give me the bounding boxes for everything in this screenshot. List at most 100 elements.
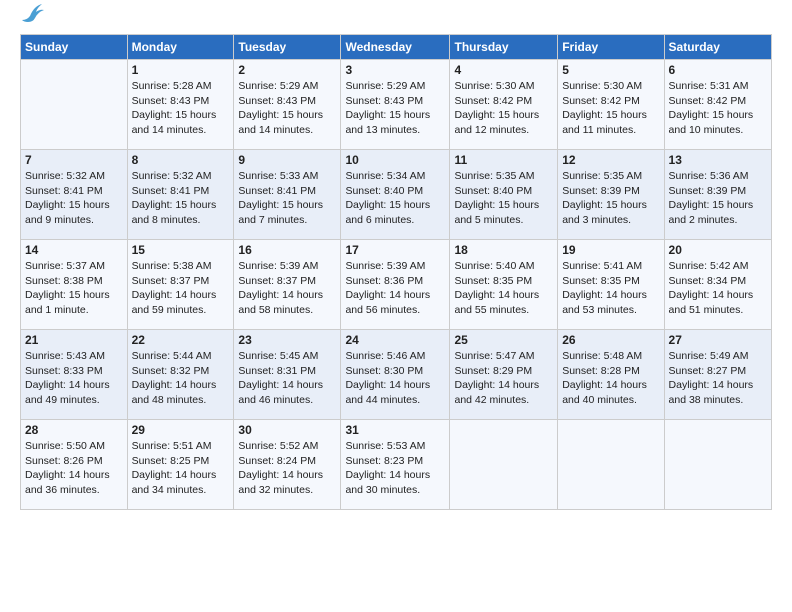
logo: [20, 16, 44, 24]
day-number: 10: [345, 153, 445, 167]
page: SundayMondayTuesdayWednesdayThursdayFrid…: [0, 0, 792, 612]
calendar-cell: 29 Sunrise: 5:51 AMSunset: 8:25 PMDayligh…: [127, 420, 234, 510]
calendar-cell: 24 Sunrise: 5:46 AMSunset: 8:30 PMDayligh…: [341, 330, 450, 420]
calendar-cell: [558, 420, 664, 510]
day-number: 3: [345, 63, 445, 77]
calendar-week-row: 28 Sunrise: 5:50 AMSunset: 8:26 PMDayligh…: [21, 420, 772, 510]
calendar-cell: 15 Sunrise: 5:38 AMSunset: 8:37 PMDayligh…: [127, 240, 234, 330]
calendar-week-row: 7 Sunrise: 5:32 AMSunset: 8:41 PMDaylight…: [21, 150, 772, 240]
calendar-cell: 19 Sunrise: 5:41 AMSunset: 8:35 PMDayligh…: [558, 240, 664, 330]
day-number: 15: [132, 243, 230, 257]
calendar-cell: [664, 420, 771, 510]
day-info: Sunrise: 5:49 AMSunset: 8:27 PMDaylight:…: [669, 349, 767, 408]
day-info: Sunrise: 5:50 AMSunset: 8:26 PMDaylight:…: [25, 439, 123, 498]
calendar-day-header: Monday: [127, 35, 234, 60]
day-info: Sunrise: 5:37 AMSunset: 8:38 PMDaylight:…: [25, 259, 123, 318]
day-number: 29: [132, 423, 230, 437]
day-info: Sunrise: 5:42 AMSunset: 8:34 PMDaylight:…: [669, 259, 767, 318]
day-number: 17: [345, 243, 445, 257]
day-number: 27: [669, 333, 767, 347]
day-info: Sunrise: 5:32 AMSunset: 8:41 PMDaylight:…: [132, 169, 230, 228]
calendar-cell: 8 Sunrise: 5:32 AMSunset: 8:41 PMDaylight…: [127, 150, 234, 240]
day-info: Sunrise: 5:29 AMSunset: 8:43 PMDaylight:…: [345, 79, 445, 138]
calendar-cell: 22 Sunrise: 5:44 AMSunset: 8:32 PMDayligh…: [127, 330, 234, 420]
calendar-day-header: Sunday: [21, 35, 128, 60]
calendar-cell: 30 Sunrise: 5:52 AMSunset: 8:24 PMDayligh…: [234, 420, 341, 510]
day-info: Sunrise: 5:44 AMSunset: 8:32 PMDaylight:…: [132, 349, 230, 408]
day-info: Sunrise: 5:45 AMSunset: 8:31 PMDaylight:…: [238, 349, 336, 408]
calendar-day-header: Thursday: [450, 35, 558, 60]
day-info: Sunrise: 5:35 AMSunset: 8:40 PMDaylight:…: [454, 169, 553, 228]
day-number: 9: [238, 153, 336, 167]
calendar-cell: 21Sunrise: 5:43 AMSunset: 8:33 PMDayligh…: [21, 330, 128, 420]
day-number: 20: [669, 243, 767, 257]
day-info: Sunrise: 5:39 AMSunset: 8:37 PMDaylight:…: [238, 259, 336, 318]
day-number: 31: [345, 423, 445, 437]
day-number: 14: [25, 243, 123, 257]
day-number: 6: [669, 63, 767, 77]
day-number: 24: [345, 333, 445, 347]
day-number: 19: [562, 243, 659, 257]
day-info: Sunrise: 5:36 AMSunset: 8:39 PMDaylight:…: [669, 169, 767, 228]
day-info: Sunrise: 5:51 AMSunset: 8:25 PMDaylight:…: [132, 439, 230, 498]
calendar-cell: 5 Sunrise: 5:30 AMSunset: 8:42 PMDaylight…: [558, 60, 664, 150]
day-number: 25: [454, 333, 553, 347]
calendar-week-row: 1Sunrise: 5:28 AMSunset: 8:43 PMDaylight…: [21, 60, 772, 150]
calendar-cell: 13 Sunrise: 5:36 AMSunset: 8:39 PMDayligh…: [664, 150, 771, 240]
calendar-cell: 17 Sunrise: 5:39 AMSunset: 8:36 PMDayligh…: [341, 240, 450, 330]
day-info: Sunrise: 5:29 AMSunset: 8:43 PMDaylight:…: [238, 79, 336, 138]
day-info: Sunrise: 5:39 AMSunset: 8:36 PMDaylight:…: [345, 259, 445, 318]
day-info: Sunrise: 5:35 AMSunset: 8:39 PMDaylight:…: [562, 169, 659, 228]
calendar-cell: 27 Sunrise: 5:49 AMSunset: 8:27 PMDayligh…: [664, 330, 771, 420]
calendar-day-header: Wednesday: [341, 35, 450, 60]
calendar-cell: 28 Sunrise: 5:50 AMSunset: 8:26 PMDayligh…: [21, 420, 128, 510]
day-number: 13: [669, 153, 767, 167]
day-info: Sunrise: 5:28 AMSunset: 8:43 PMDaylight:…: [132, 79, 230, 138]
calendar-cell: 11 Sunrise: 5:35 AMSunset: 8:40 PMDayligh…: [450, 150, 558, 240]
day-number: 30: [238, 423, 336, 437]
day-info: Sunrise: 5:30 AMSunset: 8:42 PMDaylight:…: [454, 79, 553, 138]
day-info: Sunrise: 5:34 AMSunset: 8:40 PMDaylight:…: [345, 169, 445, 228]
day-info: Sunrise: 5:31 AMSunset: 8:42 PMDaylight:…: [669, 79, 767, 138]
calendar-cell: 25 Sunrise: 5:47 AMSunset: 8:29 PMDayligh…: [450, 330, 558, 420]
day-number: 7: [25, 153, 123, 167]
calendar-cell: 31 Sunrise: 5:53 AMSunset: 8:23 PMDayligh…: [341, 420, 450, 510]
day-number: 8: [132, 153, 230, 167]
calendar-day-header: Friday: [558, 35, 664, 60]
calendar-cell: 12Sunrise: 5:35 AMSunset: 8:39 PMDayligh…: [558, 150, 664, 240]
day-info: Sunrise: 5:47 AMSunset: 8:29 PMDaylight:…: [454, 349, 553, 408]
day-number: 28: [25, 423, 123, 437]
day-info: Sunrise: 5:41 AMSunset: 8:35 PMDaylight:…: [562, 259, 659, 318]
header: [20, 16, 772, 24]
calendar-cell: [450, 420, 558, 510]
logo-bird-icon: [22, 2, 44, 24]
calendar-cell: 2 Sunrise: 5:29 AMSunset: 8:43 PMDaylight…: [234, 60, 341, 150]
calendar-cell: 1Sunrise: 5:28 AMSunset: 8:43 PMDaylight…: [127, 60, 234, 150]
day-info: Sunrise: 5:48 AMSunset: 8:28 PMDaylight:…: [562, 349, 659, 408]
day-number: 18: [454, 243, 553, 257]
day-info: Sunrise: 5:30 AMSunset: 8:42 PMDaylight:…: [562, 79, 659, 138]
day-number: 26: [562, 333, 659, 347]
day-info: Sunrise: 5:52 AMSunset: 8:24 PMDaylight:…: [238, 439, 336, 498]
calendar-cell: [21, 60, 128, 150]
day-info: Sunrise: 5:33 AMSunset: 8:41 PMDaylight:…: [238, 169, 336, 228]
day-info: Sunrise: 5:43 AMSunset: 8:33 PMDaylight:…: [25, 349, 123, 408]
day-number: 11: [454, 153, 553, 167]
calendar-day-header: Tuesday: [234, 35, 341, 60]
calendar-cell: 6 Sunrise: 5:31 AMSunset: 8:42 PMDaylight…: [664, 60, 771, 150]
day-number: 16: [238, 243, 336, 257]
calendar-week-row: 21Sunrise: 5:43 AMSunset: 8:33 PMDayligh…: [21, 330, 772, 420]
calendar-cell: 7 Sunrise: 5:32 AMSunset: 8:41 PMDaylight…: [21, 150, 128, 240]
day-number: 22: [132, 333, 230, 347]
day-info: Sunrise: 5:46 AMSunset: 8:30 PMDaylight:…: [345, 349, 445, 408]
calendar-cell: 9 Sunrise: 5:33 AMSunset: 8:41 PMDaylight…: [234, 150, 341, 240]
day-number: 5: [562, 63, 659, 77]
calendar: SundayMondayTuesdayWednesdayThursdayFrid…: [20, 34, 772, 510]
calendar-day-header: Saturday: [664, 35, 771, 60]
day-info: Sunrise: 5:53 AMSunset: 8:23 PMDaylight:…: [345, 439, 445, 498]
calendar-cell: 20 Sunrise: 5:42 AMSunset: 8:34 PMDayligh…: [664, 240, 771, 330]
day-info: Sunrise: 5:38 AMSunset: 8:37 PMDaylight:…: [132, 259, 230, 318]
day-number: 4: [454, 63, 553, 77]
day-info: Sunrise: 5:32 AMSunset: 8:41 PMDaylight:…: [25, 169, 123, 228]
day-number: 2: [238, 63, 336, 77]
